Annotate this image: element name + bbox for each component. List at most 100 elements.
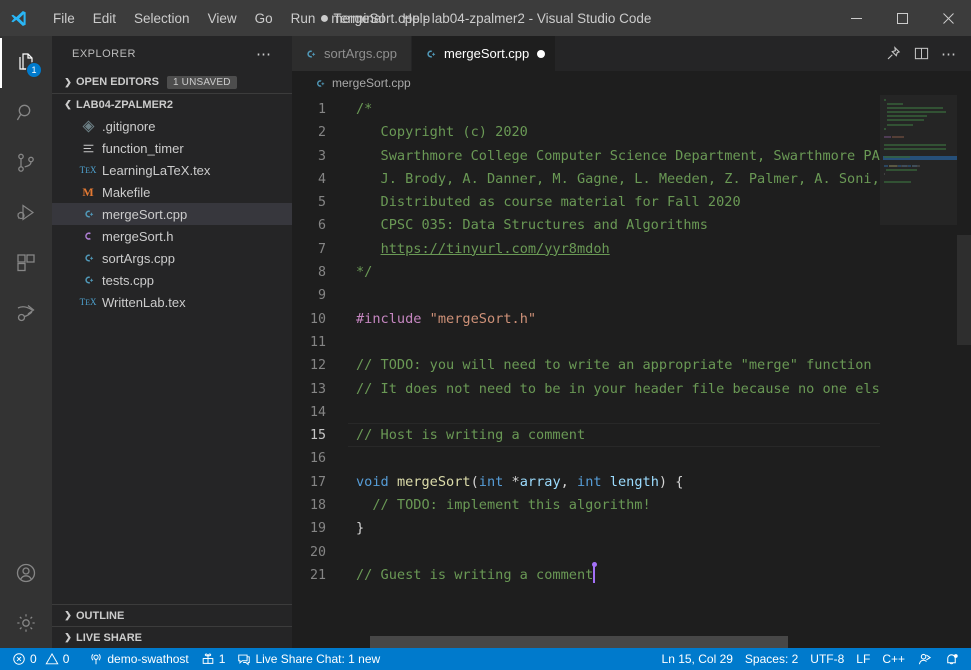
code-line[interactable]: 10 #include "mergeSort.h" xyxy=(292,308,971,331)
menu-view[interactable]: View xyxy=(199,0,246,36)
editor-tabs: sortArgs.cpp mergeSort.cpp ⋯ xyxy=(292,36,971,71)
file-row-mergesort-h[interactable]: mergeSort.h xyxy=(52,225,292,247)
tab-sortargs-cpp[interactable]: sortArgs.cpp xyxy=(292,36,412,71)
code-line[interactable]: 21 // Guest is writing a comment xyxy=(292,561,971,587)
section-outline[interactable]: ❯ OUTLINE xyxy=(52,604,292,626)
section-project-root[interactable]: ❮ LAB04-ZPALMER2 xyxy=(52,93,292,115)
live-share-icon xyxy=(14,301,38,325)
file-name: sortArgs.cpp xyxy=(102,250,175,266)
tab-dirty-indicator-icon[interactable] xyxy=(537,49,546,58)
activity-item-accounts[interactable] xyxy=(0,548,52,598)
horizontal-scrollbar[interactable] xyxy=(292,636,971,648)
menu-edit[interactable]: Edit xyxy=(84,0,125,36)
open-editors-label: OPEN EDITORS xyxy=(76,76,159,88)
menu-selection[interactable]: Selection xyxy=(125,0,199,36)
minimap-token xyxy=(884,164,888,167)
maximize-icon[interactable] xyxy=(879,0,925,36)
menu-terminal[interactable]: Terminal xyxy=(324,0,393,36)
code-token: void xyxy=(356,473,389,490)
code-line[interactable]: 6 CPSC 035: Data Structures and Algorith… xyxy=(292,214,971,237)
file-row-makefile[interactable]: M Makefile xyxy=(52,181,292,203)
horizontal-scrollbar-thumb[interactable] xyxy=(370,636,788,648)
code-token: // Guest is writing a comment xyxy=(356,566,594,583)
ellipsis-icon[interactable]: ⋯ xyxy=(256,45,272,63)
code-line[interactable]: 12 // TODO: you will need to write an app… xyxy=(292,354,971,377)
code-line[interactable]: 19} xyxy=(292,517,971,540)
file-row-gitignore[interactable]: .gitignore xyxy=(52,115,292,137)
breadcrumb-item[interactable]: mergeSort.cpp xyxy=(332,76,411,90)
code-line[interactable]: 9 xyxy=(292,284,971,307)
status-feedback[interactable] xyxy=(911,648,938,670)
status-encoding[interactable]: UTF-8 xyxy=(804,648,850,670)
status-editor-position[interactable]: Ln 15, Col 29 xyxy=(656,648,739,670)
vscode-logo-icon xyxy=(0,0,36,36)
minimap-line xyxy=(883,132,957,135)
status-language-mode[interactable]: C++ xyxy=(876,648,911,670)
minimap-line xyxy=(883,115,957,118)
file-row-mergesort-cpp[interactable]: mergeSort.cpp xyxy=(52,203,292,225)
code-line[interactable]: 3 Swarthmore College Computer Science De… xyxy=(292,145,971,168)
file-row-tests-cpp[interactable]: tests.cpp xyxy=(52,269,292,291)
activity-item-live-share[interactable] xyxy=(0,288,52,338)
menu-go[interactable]: Go xyxy=(246,0,282,36)
code-editor[interactable]: 1/* 2 Copyright (c) 2020 3 Swarthmore Coll… xyxy=(292,95,971,648)
code-line[interactable]: 15 // Host is writing a comment xyxy=(292,423,971,448)
code-line-text: } xyxy=(348,517,971,540)
vertical-scrollbar[interactable] xyxy=(957,95,971,648)
file-row-sortargs-cpp[interactable]: sortArgs.cpp xyxy=(52,247,292,269)
activity-item-run-debug[interactable] xyxy=(0,188,52,238)
code-line[interactable]: 2 Copyright (c) 2020 xyxy=(292,121,971,144)
code-line-text: Copyright (c) 2020 xyxy=(348,121,971,144)
status-eol[interactable]: LF xyxy=(850,648,876,670)
split-editor-icon[interactable] xyxy=(907,36,935,71)
activity-item-extensions[interactable] xyxy=(0,238,52,288)
activity-bar: 1 xyxy=(0,36,52,648)
section-live-share[interactable]: ❯ LIVE SHARE xyxy=(52,626,292,648)
file-row-learninglatex-tex[interactable]: TEX LearningLaTeX.tex xyxy=(52,159,292,181)
menu-file[interactable]: File xyxy=(44,0,84,36)
minimap-line xyxy=(883,123,957,127)
menu-run[interactable]: Run xyxy=(282,0,325,36)
code-line[interactable]: 4 J. Brody, A. Danner, M. Gagne, L. Meed… xyxy=(292,168,971,191)
code-line[interactable]: 17 void mergeSort(int *array, int length)… xyxy=(292,471,971,494)
code-line-text: // It does not need to be in your header… xyxy=(348,378,971,401)
section-open-editors[interactable]: ❯ OPEN EDITORS 1 UNSAVED xyxy=(52,71,292,93)
status-live-share-participants[interactable]: 1 xyxy=(195,648,232,670)
activity-item-settings[interactable] xyxy=(0,598,52,648)
file-row-writtenlab-tex[interactable]: TEX WrittenLab.tex xyxy=(52,291,292,313)
close-icon[interactable] xyxy=(925,0,971,36)
ellipsis-icon[interactable]: ⋯ xyxy=(935,36,963,71)
minimize-icon[interactable] xyxy=(833,0,879,36)
code-line[interactable]: 16 xyxy=(292,447,971,470)
code-line[interactable]: 13 // It does not need to be in your head… xyxy=(292,378,971,401)
activity-item-search[interactable] xyxy=(0,88,52,138)
code-line[interactable]: 14 xyxy=(292,401,971,424)
window-controls xyxy=(833,0,971,36)
code-line[interactable]: 20 xyxy=(292,541,971,564)
code-line[interactable]: 18 // TODO: implement this algorithm! xyxy=(292,494,971,517)
file-row-function-timer[interactable]: function_timer xyxy=(52,137,292,159)
minimap-token xyxy=(886,103,904,106)
status-live-share-session[interactable]: demo-swathost xyxy=(83,648,194,670)
activity-item-explorer[interactable]: 1 xyxy=(0,38,52,88)
tab-mergesort-cpp[interactable]: mergeSort.cpp xyxy=(412,36,557,71)
status-live-share-chat[interactable]: Live Share Chat: 1 new xyxy=(231,648,386,670)
code-line[interactable]: 5 Distributed as course material for Fal… xyxy=(292,191,971,214)
code-line[interactable]: 8 */ xyxy=(292,261,971,284)
menu-help[interactable]: Help xyxy=(393,0,439,36)
code-line[interactable]: 11 xyxy=(292,331,971,354)
editor-group: sortArgs.cpp mergeSort.cpp ⋯ mergeSort.c… xyxy=(292,36,971,648)
minimap-line xyxy=(883,177,957,180)
code-line[interactable]: 1 /* xyxy=(292,98,971,121)
code-line-text: void mergeSort(int *array, int length) { xyxy=(348,471,971,494)
status-indentation[interactable]: Spaces: 2 xyxy=(739,648,804,670)
minimap[interactable] xyxy=(880,95,957,648)
code-line[interactable]: 7 https://tinyurl.com/yyr8mdoh xyxy=(292,238,971,261)
code-token[interactable]: https://tinyurl.com/yyr8mdoh xyxy=(381,241,610,257)
activity-item-source-control[interactable] xyxy=(0,138,52,188)
code-line-text: #include "mergeSort.h" xyxy=(348,308,971,331)
status-notifications[interactable] xyxy=(938,648,965,670)
status-problems[interactable]: 0 0 xyxy=(6,648,75,670)
vertical-scrollbar-thumb[interactable] xyxy=(957,235,971,345)
pin-icon[interactable] xyxy=(879,36,907,71)
